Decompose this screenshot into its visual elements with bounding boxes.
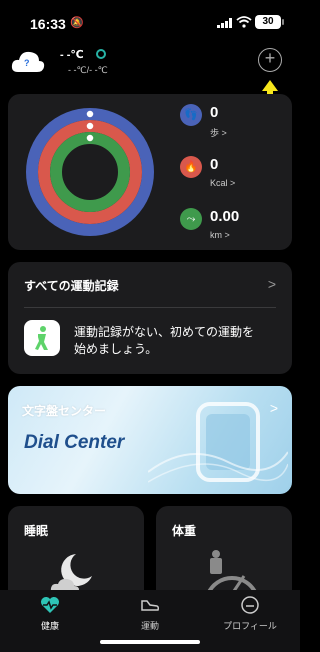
no-records-message: 運動記録がない、初めての運動を 始めましょう。 xyxy=(74,325,255,356)
divider xyxy=(24,307,276,308)
steps-unit: 歩 xyxy=(210,128,220,138)
tab-profile[interactable]: プロフィール xyxy=(210,594,290,634)
dial-center-banner-text: Dial Center xyxy=(24,432,125,453)
chevron-right-icon[interactable]: > xyxy=(270,400,278,416)
shoe-icon xyxy=(141,600,160,611)
records-title: すべての運動記録 xyxy=(24,279,119,293)
tab-health-label: 健康 xyxy=(40,621,59,631)
bell-muted-icon: 🔕 xyxy=(70,17,84,29)
cloud-icon: ? xyxy=(10,48,46,74)
weight-title: 体重 xyxy=(172,524,197,538)
steps-value: 0 xyxy=(210,104,219,121)
battery-indicator: 30 xyxy=(255,15,284,29)
running-person-icon xyxy=(24,320,60,356)
flame-icon: 🔥 xyxy=(180,156,202,178)
exercise-records-card[interactable]: すべての運動記録 > 運動記録がない、初めての運動を 始めましょう。 xyxy=(8,262,292,374)
weather-unknown-glyph: ? xyxy=(24,58,30,68)
current-temperature: - -℃ xyxy=(60,49,84,61)
calories-stat[interactable]: 🔥 0 Kcal > xyxy=(180,156,280,196)
distance-value: 0.00 xyxy=(210,208,240,225)
route-icon: ⤳ xyxy=(180,208,202,230)
activity-card[interactable]: 👣 0 歩 > 🔥 0 Kcal > ⤳ 0.00 km > xyxy=(8,94,292,250)
distance-stat[interactable]: ⤳ 0.00 km > xyxy=(180,208,280,248)
tab-profile-label: プロフィール xyxy=(223,621,277,631)
watch-illustration xyxy=(148,402,288,483)
tab-exercise[interactable]: 運動 xyxy=(110,594,190,634)
tab-health[interactable]: 健康 xyxy=(10,594,90,634)
dial-center-title: 文字盤センター xyxy=(22,404,107,418)
dial-center-banner[interactable]: 文字盤センター > Dial Center xyxy=(8,386,292,494)
weather-widget[interactable]: ? - -℃ - -℃/- -℃ xyxy=(10,46,210,80)
profile-face-icon xyxy=(241,596,259,614)
status-time: 16:33 xyxy=(30,16,66,32)
distance-unit: km xyxy=(210,230,222,240)
chevron-right-icon: > xyxy=(230,178,236,188)
wifi-icon xyxy=(236,16,252,28)
footsteps-icon: 👣 xyxy=(180,104,202,126)
sleep-title: 睡眠 xyxy=(24,524,49,538)
chevron-right-icon: > xyxy=(221,128,227,138)
tab-exercise-label: 運動 xyxy=(140,621,159,631)
calories-value: 0 xyxy=(210,156,219,173)
cellular-signal-icon xyxy=(217,18,232,28)
home-indicator xyxy=(100,640,200,644)
chevron-right-icon[interactable]: > xyxy=(268,276,276,292)
status-bar: 16:33 🔕 30 xyxy=(0,0,300,44)
steps-stat[interactable]: 👣 0 歩 > xyxy=(180,104,280,144)
temperature-range: - -℃/- -℃ xyxy=(68,65,108,75)
chevron-right-icon: > xyxy=(224,230,230,240)
add-button[interactable]: + xyxy=(258,48,282,72)
heart-pulse-icon xyxy=(41,597,59,613)
activity-rings xyxy=(26,108,154,236)
sync-icon[interactable] xyxy=(96,49,106,59)
calories-unit: Kcal xyxy=(210,178,228,188)
